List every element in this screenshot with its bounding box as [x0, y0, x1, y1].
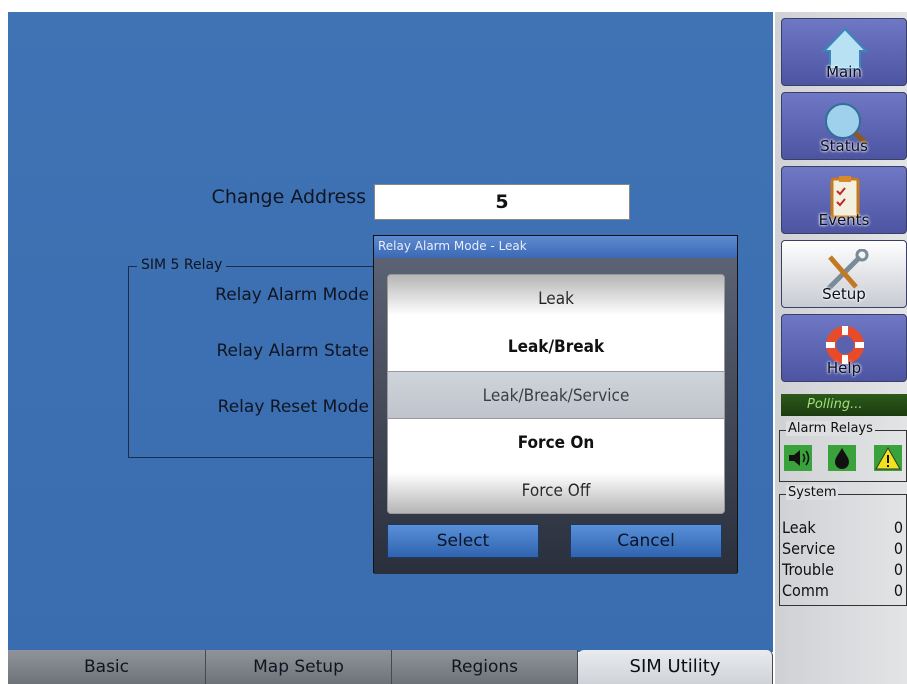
nav-help-button[interactable]: Help: [781, 314, 907, 382]
speaker-icon: [784, 445, 812, 471]
nav-main-label: Main: [826, 63, 862, 81]
alarm-relays-title: Alarm Relays: [786, 421, 875, 436]
select-button[interactable]: Select: [387, 524, 539, 558]
system-trouble-label: Trouble: [782, 560, 834, 579]
system-service-label: Service: [782, 539, 836, 558]
system-trouble-value: 0: [893, 560, 903, 579]
system-group: System Leak 0 Service 0 Trouble 0 Comm 0: [779, 485, 907, 606]
system-row-service: Service 0: [782, 540, 907, 557]
dialog-title: Relay Alarm Mode - Leak: [374, 236, 737, 258]
option-list[interactable]: Leak Leak/Break Leak/Break/Service Force…: [387, 274, 725, 514]
nav-status-label: Status: [820, 137, 868, 155]
system-comm-label: Comm: [782, 581, 829, 600]
nav-setup-button[interactable]: Setup: [781, 240, 907, 308]
change-address-label: Change Address: [211, 186, 366, 208]
nav-setup-label: Setup: [822, 285, 866, 303]
option-leak-break-service[interactable]: Leak/Break/Service: [388, 371, 724, 419]
dialog-body: Leak Leak/Break Leak/Break/Service Force…: [374, 258, 737, 574]
relay-alarm-state-label: Relay Alarm State: [216, 341, 369, 361]
relay-reset-mode-label: Relay Reset Mode: [217, 397, 369, 417]
system-row-leak: Leak 0: [782, 519, 907, 536]
nav-events-button[interactable]: Events: [781, 166, 907, 234]
alarm-relays-group: Alarm Relays: [779, 421, 907, 482]
system-row-comm: Comm 0: [782, 582, 907, 599]
system-row-trouble: Trouble 0: [782, 561, 907, 578]
sidebar: Main Status Events Setup Help Polling...…: [775, 12, 907, 684]
relay-alarm-mode-dialog: Relay Alarm Mode - Leak Leak Leak/Break …: [373, 235, 738, 574]
system-leak-label: Leak: [782, 518, 816, 537]
tab-bar: Basic Map Setup Regions SIM Utility: [8, 650, 773, 684]
option-leak-break[interactable]: Leak/Break: [388, 323, 724, 371]
nav-main-button[interactable]: Main: [781, 18, 907, 86]
system-comm-value: 0: [893, 581, 903, 600]
system-service-value: 0: [893, 539, 903, 558]
polling-status: Polling...: [781, 394, 907, 416]
nav-status-button[interactable]: Status: [781, 92, 907, 160]
sim-relay-group: SIM 5 Relay Relay Alarm Mode Relay Alarm…: [128, 257, 398, 458]
tab-basic[interactable]: Basic: [8, 650, 206, 684]
option-force-on[interactable]: Force On: [388, 419, 724, 467]
cancel-button[interactable]: Cancel: [570, 524, 722, 558]
system-title: System: [786, 485, 839, 500]
warning-triangle-icon: [874, 445, 902, 471]
system-leak-value: 0: [893, 518, 903, 537]
nav-events-label: Events: [818, 211, 870, 229]
nav-help-label: Help: [826, 359, 862, 377]
water-drop-icon: [828, 445, 856, 471]
relay-alarm-mode-label: Relay Alarm Mode: [215, 285, 369, 305]
option-leak[interactable]: Leak: [388, 275, 724, 323]
tab-regions[interactable]: Regions: [392, 650, 578, 684]
tab-sim-utility[interactable]: SIM Utility: [578, 650, 773, 684]
tab-map-setup[interactable]: Map Setup: [206, 650, 392, 684]
relay-group-title: SIM 5 Relay: [137, 257, 227, 273]
change-address-input[interactable]: 5: [374, 184, 630, 220]
option-force-off[interactable]: Force Off: [388, 467, 724, 513]
